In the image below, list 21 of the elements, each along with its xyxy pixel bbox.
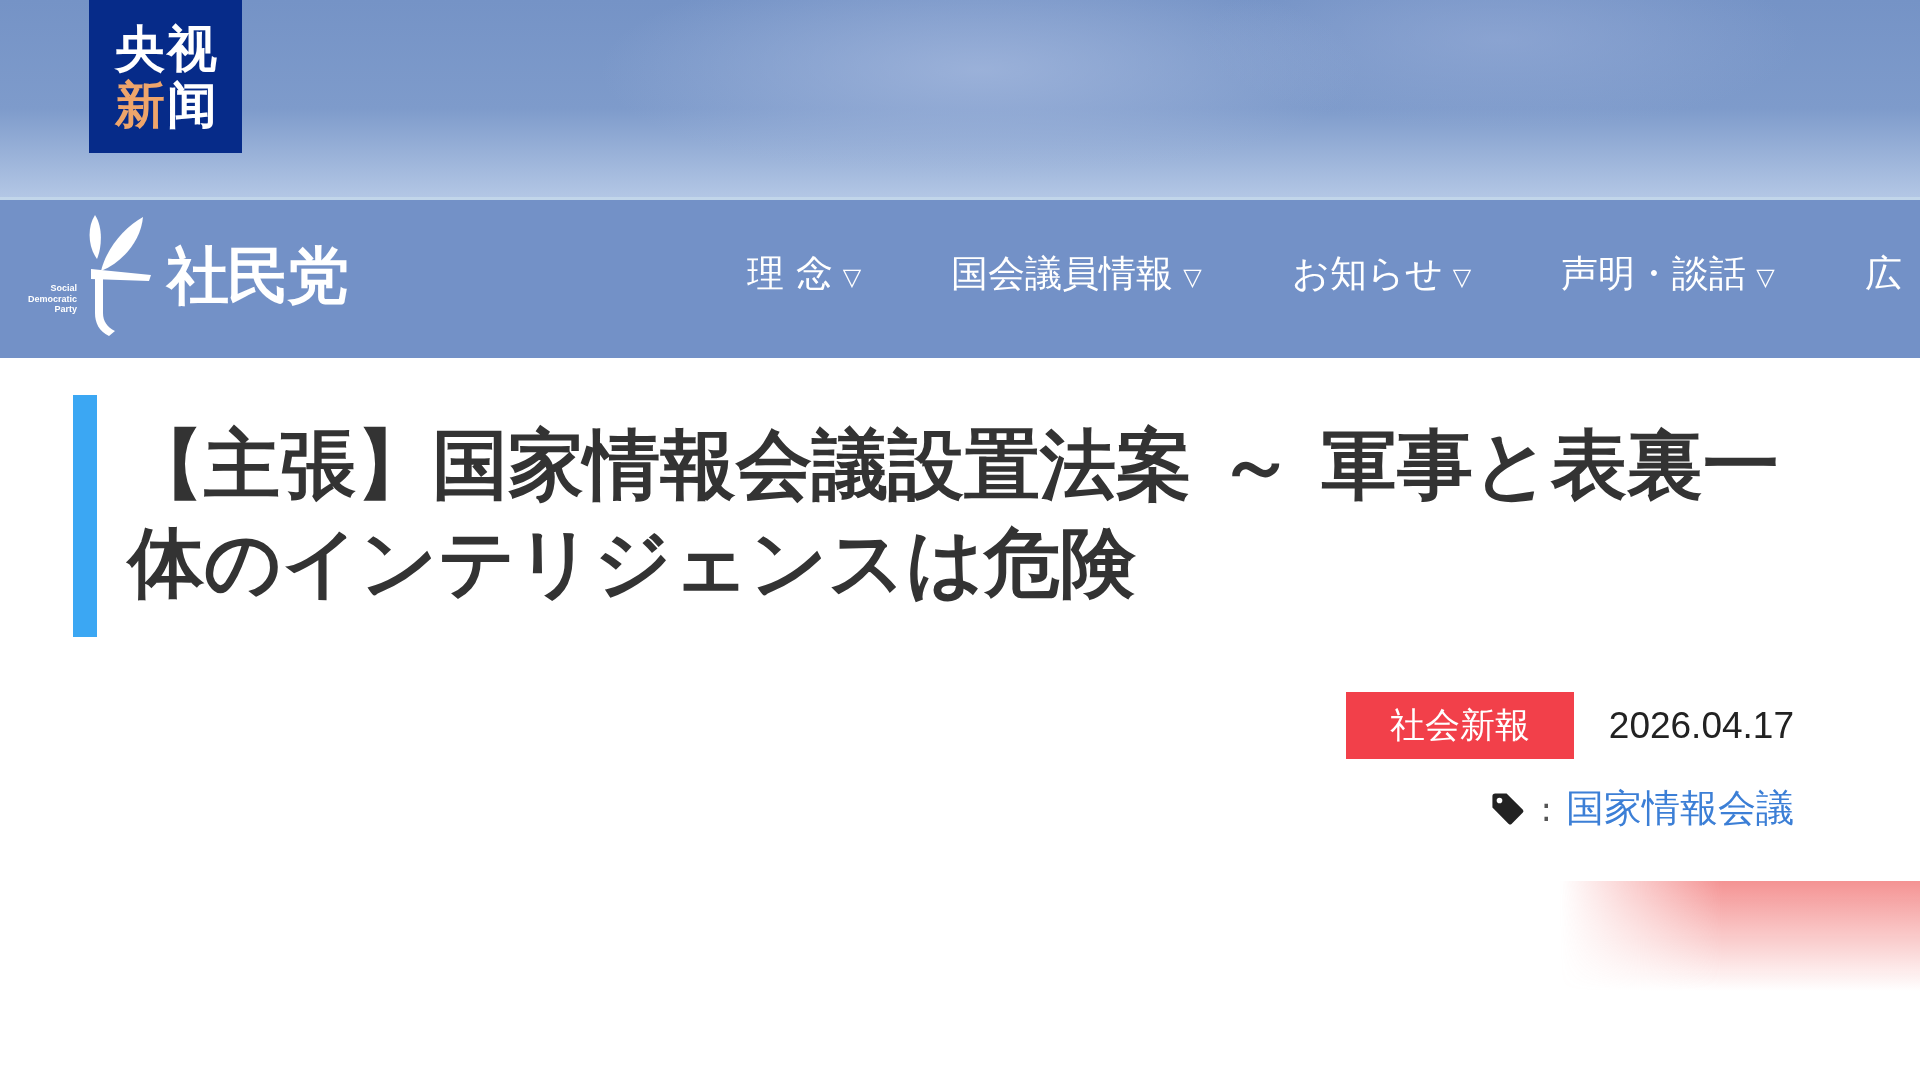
caret-icon: ▽ xyxy=(1756,262,1775,292)
logo-subtitle: Social Democratic Party xyxy=(27,283,77,315)
nav-link[interactable]: 理 念 ▽ xyxy=(747,251,862,297)
article-title: 【主張】国家情報会議設置法案 ～ 軍事と表裏一体のインテリジェンスは危険 xyxy=(125,419,1780,609)
tag-link[interactable]: 国家情報会議 xyxy=(1566,783,1794,834)
channel-logo-char: 视 xyxy=(166,23,217,74)
channel-logo-char: 闻 xyxy=(166,79,217,130)
nav-link[interactable]: 広 xyxy=(1864,251,1902,297)
channel-logo-char: 央 xyxy=(114,23,165,74)
nav-link[interactable]: 声明・談話 ▽ xyxy=(1561,251,1775,297)
nav-link[interactable]: 国会議員情報 ▽ xyxy=(951,251,1202,297)
nav-link[interactable]: お知らせ ▽ xyxy=(1291,251,1472,297)
caret-icon: ▽ xyxy=(1183,262,1202,292)
category-label: 社会新報 xyxy=(1345,692,1574,759)
tag-icon xyxy=(1490,791,1525,826)
tag-separator: : xyxy=(1540,788,1552,829)
caret-icon: ▽ xyxy=(1452,262,1472,292)
channel-logo-char: 新 xyxy=(114,79,165,130)
article-date: 2026.04.17 xyxy=(1608,704,1794,747)
party-logo-text: 社民党 xyxy=(167,245,347,307)
caret-icon: ▽ xyxy=(842,262,862,292)
